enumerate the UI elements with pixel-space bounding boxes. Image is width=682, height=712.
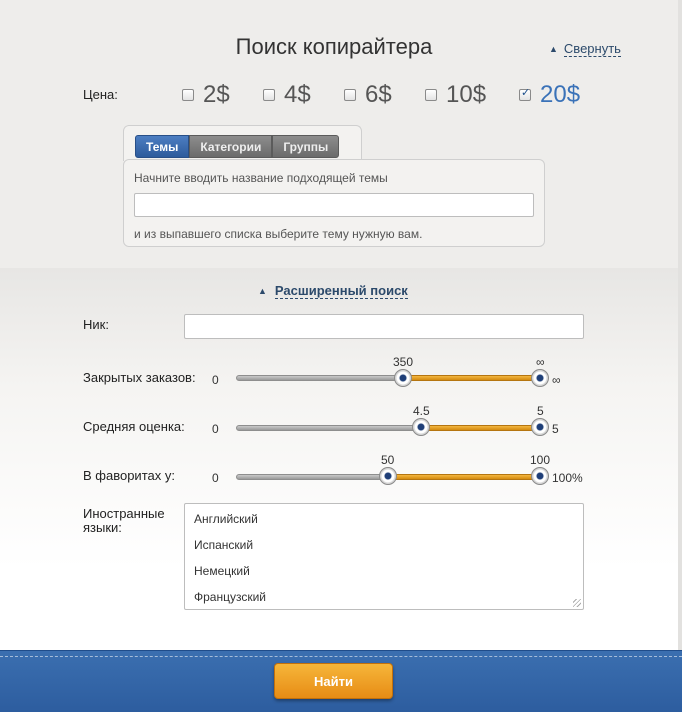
slider-range: [389, 474, 541, 480]
price-option-label: 2$: [203, 81, 230, 108]
tab-categories[interactable]: Категории: [189, 135, 273, 158]
language-option[interactable]: Испанский: [185, 532, 583, 558]
favorites-high-value: 100: [530, 453, 551, 467]
collapse-link[interactable]: ▲ Свернуть: [549, 41, 621, 57]
average-rating-min: 0: [212, 422, 219, 436]
price-option-6[interactable]: 6$: [344, 80, 392, 110]
triangle-up-icon: ▲: [258, 286, 267, 296]
price-option-2[interactable]: 2$: [182, 80, 230, 110]
price-option-label: 6$: [365, 81, 392, 108]
tab-groups[interactable]: Группы: [272, 135, 340, 158]
collapse-label: Свернуть: [563, 41, 621, 57]
languages-listbox[interactable]: Английский Испанский Немецкий Французски…: [184, 503, 584, 610]
price-checkbox[interactable]: [425, 89, 437, 101]
price-option-label: 4$: [284, 81, 311, 108]
advanced-search-label: Расширенный поиск: [274, 283, 408, 299]
topic-search-input[interactable]: [134, 193, 534, 217]
favorites-label: В фаворитах у:: [83, 468, 175, 483]
average-rating-max: 5: [552, 422, 559, 436]
average-rating-low-value: 4.5: [413, 404, 430, 418]
tab-topics[interactable]: Темы: [135, 135, 190, 158]
price-option-4[interactable]: 4$: [263, 80, 311, 110]
price-option-label: 20$: [540, 81, 581, 108]
topic-tabs: Темы Категории Группы: [135, 135, 340, 158]
average-rating-slider[interactable]: [236, 425, 541, 431]
price-checkbox-checked[interactable]: [519, 86, 531, 101]
language-option[interactable]: Немецкий: [185, 558, 583, 584]
resize-grip-icon[interactable]: [573, 599, 581, 607]
closed-orders-high-value: ∞: [536, 355, 545, 369]
average-rating-high-value: 5: [537, 404, 544, 418]
closed-orders-min: 0: [212, 373, 219, 387]
closed-orders-high-handle[interactable]: [531, 369, 549, 387]
average-rating-label: Средняя оценка:: [83, 419, 185, 434]
closed-orders-label: Закрытых заказов:: [83, 370, 196, 385]
favorites-low-handle[interactable]: [379, 467, 397, 485]
scroll-edge: [678, 0, 682, 650]
language-option[interactable]: Французский: [185, 584, 583, 609]
favorites-max: 100%: [552, 471, 583, 485]
closed-orders-slider[interactable]: [236, 375, 541, 381]
price-option-10[interactable]: 10$: [425, 80, 486, 110]
nick-input[interactable]: [184, 314, 584, 339]
foreign-languages-label: Иностранные языки:: [83, 506, 165, 535]
average-rating-high-handle[interactable]: [531, 418, 549, 436]
slider-range: [404, 375, 541, 381]
price-checkbox[interactable]: [263, 89, 275, 101]
favorites-low-value: 50: [381, 453, 395, 467]
slider-range: [422, 425, 541, 431]
price-option-20[interactable]: 20$: [519, 80, 580, 110]
nick-label: Ник:: [83, 317, 109, 332]
topic-hint-bottom: и из выпавшего списка выберите тему нужн…: [134, 227, 423, 241]
closed-orders-low-value: 350: [393, 355, 414, 369]
search-button[interactable]: Найти: [274, 663, 393, 699]
footer-stitch: [0, 656, 682, 657]
closed-orders-max: ∞: [552, 373, 561, 387]
language-option[interactable]: Английский: [185, 506, 583, 532]
price-checkbox[interactable]: [344, 89, 356, 101]
triangle-up-icon: ▲: [549, 44, 558, 54]
favorites-min: 0: [212, 471, 219, 485]
advanced-search-link[interactable]: ▲ Расширенный поиск: [258, 283, 408, 299]
favorites-high-handle[interactable]: [531, 467, 549, 485]
price-label: Цена:: [83, 87, 118, 102]
topic-hint-top: Начните вводить название подходящей темы: [134, 171, 388, 185]
price-option-label: 10$: [446, 81, 487, 108]
price-checkbox[interactable]: [182, 89, 194, 101]
